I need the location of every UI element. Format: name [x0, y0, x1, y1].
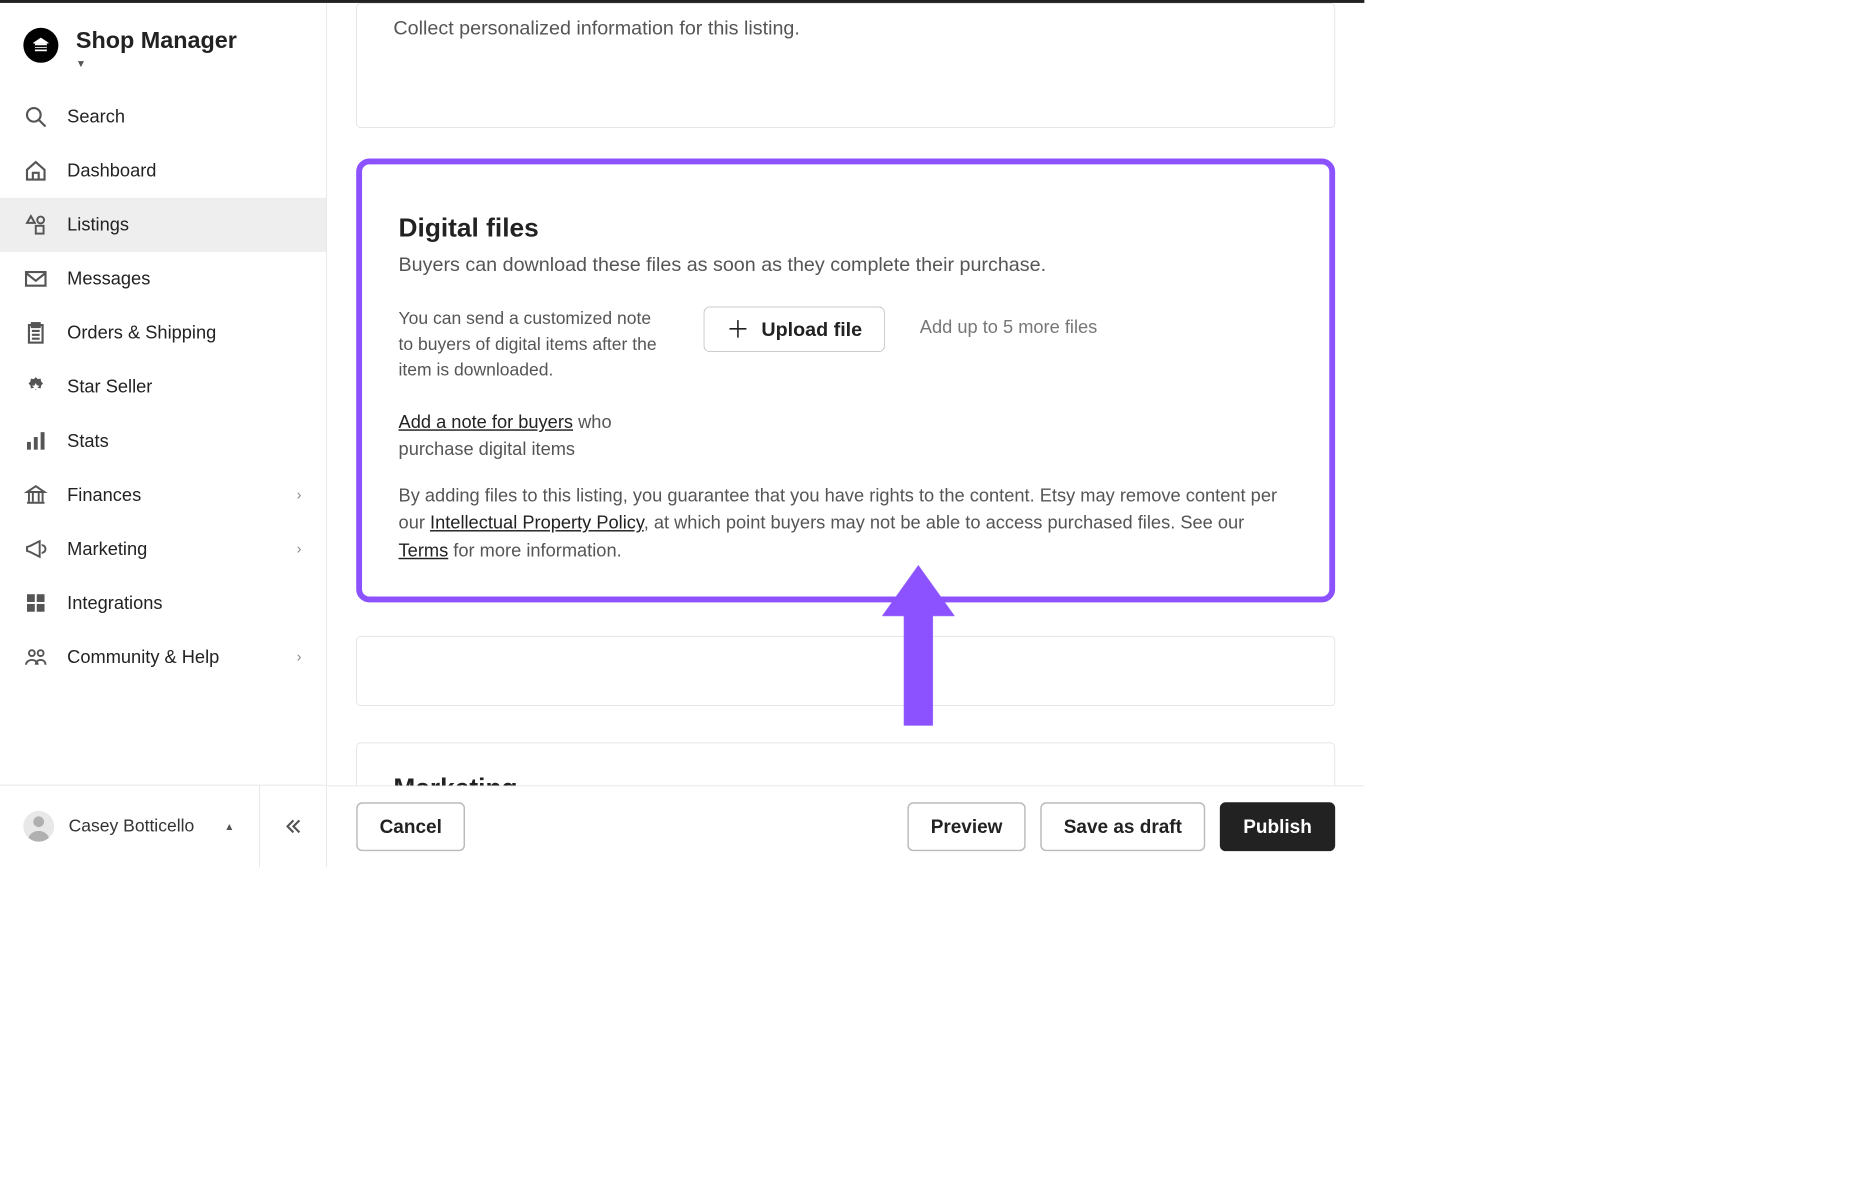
- marketing-card: Marketing Want to promote this listing o…: [356, 743, 1335, 786]
- sidebar-item-dashboard[interactable]: Dashboard: [0, 144, 326, 198]
- sidebar-item-label: Stats: [67, 430, 309, 451]
- sidebar-item-label: Listings: [67, 214, 309, 235]
- user-name: Casey Botticello: [69, 816, 225, 837]
- sidebar-item-label: Search: [67, 106, 309, 127]
- sidebar-item-marketing[interactable]: Marketing ›: [0, 522, 326, 576]
- avatar: [23, 811, 54, 842]
- cancel-button[interactable]: Cancel: [356, 802, 465, 851]
- personalization-card: Collect personalized information for thi…: [356, 3, 1335, 128]
- plus-icon: ＋: [726, 318, 749, 341]
- digital-files-subtitle: Buyers can download these files as soon …: [399, 253, 1293, 276]
- chevron-right-icon: ›: [297, 541, 302, 558]
- sidebar-item-label: Messages: [67, 268, 309, 289]
- sidebar-item-label: Marketing: [67, 539, 296, 560]
- preview-button[interactable]: Preview: [907, 802, 1025, 851]
- sidebar-item-label: Orders & Shipping: [67, 322, 309, 343]
- personalization-text: Collect personalized information for thi…: [393, 4, 1297, 40]
- grid-icon: [23, 591, 48, 616]
- sidebar-item-label: Dashboard: [67, 160, 309, 181]
- sidebar-item-listings[interactable]: Listings: [0, 198, 326, 252]
- sidebar-item-integrations[interactable]: Integrations: [0, 576, 326, 630]
- add-note-link[interactable]: Add a note for buyers: [399, 412, 574, 432]
- chevron-right-icon: ›: [297, 487, 302, 504]
- upload-file-button[interactable]: ＋ Upload file: [704, 307, 885, 352]
- megaphone-icon: [23, 537, 48, 562]
- sidebar-item-star-seller[interactable]: Star Seller: [0, 360, 326, 414]
- publish-button[interactable]: Publish: [1220, 802, 1335, 851]
- sidebar-item-label: Star Seller: [67, 376, 309, 397]
- clipboard-icon: [23, 321, 48, 346]
- digital-note-hint: You can send a customized note to buyers…: [399, 307, 669, 383]
- envelope-icon: [23, 267, 48, 292]
- star-badge-icon: [23, 375, 48, 400]
- digital-files-title: Digital files: [399, 182, 1293, 243]
- marketing-title: Marketing: [393, 773, 1297, 786]
- sidebar-item-label: Finances: [67, 484, 296, 505]
- main-scroll[interactable]: Collect personalized information for thi…: [327, 3, 1364, 786]
- search-icon: [23, 105, 48, 130]
- sidebar-header[interactable]: Shop Manager ▼: [0, 3, 326, 86]
- sidebar-item-stats[interactable]: Stats: [0, 414, 326, 468]
- sidebar-item-finances[interactable]: Finances ›: [0, 468, 326, 522]
- sidebar-item-search[interactable]: Search: [0, 90, 326, 144]
- sidebar-item-messages[interactable]: Messages: [0, 252, 326, 306]
- sidebar-item-label: Community & Help: [67, 647, 296, 668]
- sidebar: Shop Manager ▼ Search Dashboard: [0, 3, 327, 867]
- sidebar-item-label: Integrations: [67, 593, 309, 614]
- shapes-icon: [23, 213, 48, 238]
- upload-file-label: Upload file: [761, 318, 862, 341]
- collapse-sidebar-button[interactable]: [259, 785, 326, 867]
- add-more-files-hint: Add up to 5 more files: [920, 307, 1098, 338]
- sidebar-item-orders[interactable]: Orders & Shipping: [0, 306, 326, 360]
- sidebar-nav: Search Dashboard Listings: [0, 86, 326, 685]
- user-menu[interactable]: Casey Botticello ▲: [0, 785, 259, 867]
- empty-card: [356, 636, 1335, 706]
- digital-disclaimer: By adding files to this listing, you gua…: [399, 482, 1293, 564]
- chevron-right-icon: ›: [297, 649, 302, 666]
- caret-up-icon: ▲: [224, 821, 234, 833]
- ip-policy-link[interactable]: Intellectual Property Policy: [430, 513, 644, 533]
- shop-logo-icon: [23, 28, 58, 63]
- main-content: Collect personalized information for thi…: [327, 3, 1364, 867]
- add-note-block: Add a note for buyers who purchase digit…: [399, 409, 669, 462]
- people-icon: [23, 645, 48, 670]
- shop-title: Shop Manager: [76, 28, 237, 54]
- home-icon: [23, 159, 48, 184]
- sidebar-item-community[interactable]: Community & Help ›: [0, 630, 326, 684]
- bar-chart-icon: [23, 429, 48, 454]
- digital-files-card: Digital files Buyers can download these …: [356, 158, 1335, 602]
- action-bar: Cancel Preview Save as draft Publish: [327, 785, 1364, 867]
- caret-down-icon[interactable]: ▼: [76, 58, 237, 70]
- terms-link[interactable]: Terms: [399, 540, 449, 560]
- save-draft-button[interactable]: Save as draft: [1040, 802, 1205, 851]
- sidebar-scroll[interactable]: Shop Manager ▼ Search Dashboard: [0, 3, 326, 785]
- bank-icon: [23, 483, 48, 508]
